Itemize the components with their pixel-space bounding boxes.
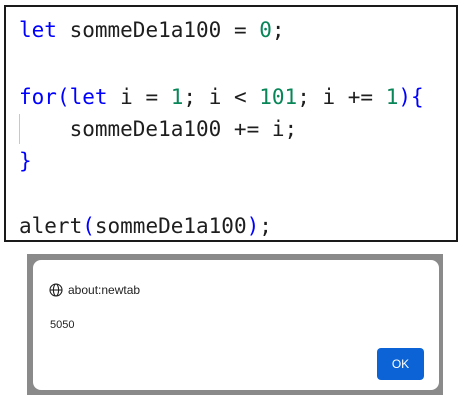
keyword-let: let <box>69 85 108 109</box>
code-line-4: } <box>19 146 32 176</box>
keyword-for: for <box>19 85 57 109</box>
function-call: alert <box>19 214 83 238</box>
ok-button[interactable]: OK <box>377 348 424 380</box>
code-line-5: alert(sommeDe1a100); <box>19 211 272 241</box>
code-text: sommeDe1a100 = <box>56 18 260 42</box>
code-text: i = <box>107 85 171 109</box>
dialog-message: 5050 <box>50 319 75 331</box>
code-line-1: let sommeDe1a100 = 0; <box>19 15 285 45</box>
code-text: sommeDe1a100 += i; <box>19 117 298 141</box>
code-text: sommeDe1a100 <box>94 214 247 238</box>
number-literal: 0 <box>259 18 272 42</box>
globe-icon <box>49 283 63 297</box>
brace-close: } <box>19 149 32 173</box>
keyword-let: let <box>19 18 57 42</box>
number-literal: 1 <box>385 85 399 109</box>
code-line-2: for(let i = 1; i < 101; i += 1){ <box>19 82 424 112</box>
paren-open: ( <box>56 85 70 109</box>
dialog-header: about:newtab <box>49 281 140 299</box>
code-line-3: sommeDe1a100 += i; <box>19 114 298 144</box>
paren-open: ( <box>82 214 95 238</box>
code-text: ; <box>259 214 272 238</box>
number-literal: 1 <box>170 85 184 109</box>
code-editor: let sommeDe1a100 = 0; for(let i = 1; i <… <box>4 5 458 242</box>
number-literal: 101 <box>259 85 298 109</box>
code-text: ; <box>271 18 285 42</box>
alert-dialog: about:newtab 5050 OK <box>33 260 439 390</box>
dialog-overlay: about:newtab 5050 OK <box>27 254 443 395</box>
paren-close: ) <box>246 214 260 238</box>
code-text: ; i += <box>297 85 386 109</box>
code-text: ; i < <box>183 85 260 109</box>
paren-brace-close: ){ <box>398 85 424 109</box>
dialog-title: about:newtab <box>68 283 141 297</box>
